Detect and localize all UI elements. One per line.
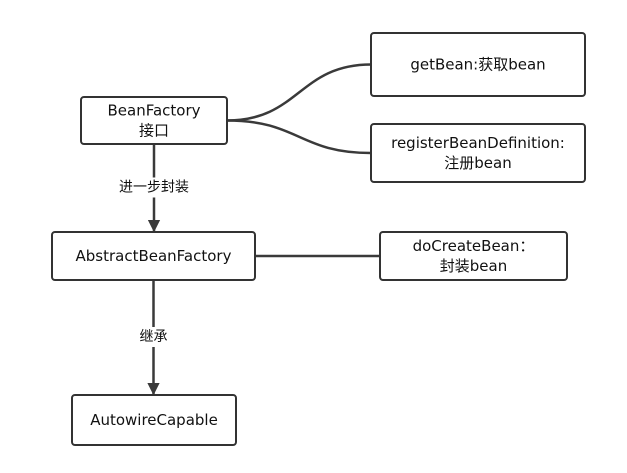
- node-autowirecapable[interactable]: AutowireCapable: [71, 394, 237, 446]
- class-diagram: 进一步封装继承 BeanFactory 接口 getBean:获取bean regis…: [51, 32, 586, 446]
- node-box: [370, 123, 586, 183]
- node-label: getBean:获取bean: [410, 56, 545, 74]
- node-abstractbeanfactory[interactable]: AbstractBeanFactory: [51, 231, 256, 281]
- node-getbean[interactable]: getBean:获取bean: [370, 32, 586, 97]
- edge-line: [226, 119, 372, 155]
- node-docreatebean[interactable]: doCreateBean： 封装bean: [379, 231, 568, 281]
- node-label: 封装bean: [440, 257, 507, 275]
- node-label: doCreateBean：: [413, 237, 535, 255]
- edge-label: 进一步封装: [119, 180, 189, 196]
- edge-label: 继承: [140, 329, 168, 345]
- node-label: 接口: [139, 122, 169, 140]
- node-registerbean[interactable]: registerBeanDefinition: 注册bean: [370, 123, 586, 183]
- edge-beanfactory-to-registerbean: [226, 119, 372, 155]
- edge-line: [226, 63, 372, 122]
- nodes-layer: BeanFactory 接口 getBean:获取bean registerBeanD…: [51, 32, 586, 446]
- edge-beanfactory-to-getbean: [226, 63, 372, 122]
- node-label: registerBeanDefinition:: [391, 134, 565, 152]
- edge-beanfactory-to-abstractbeanfactory: 进一步封装: [116, 144, 192, 233]
- node-label: 注册bean: [444, 154, 511, 172]
- node-label: AbstractBeanFactory: [76, 247, 232, 265]
- edge-abstractbeanfactory-to-autowirecapable: 继承: [136, 280, 171, 396]
- node-label: AutowireCapable: [90, 411, 218, 429]
- node-beanfactory[interactable]: BeanFactory 接口: [80, 96, 228, 145]
- node-label: BeanFactory: [107, 102, 200, 120]
